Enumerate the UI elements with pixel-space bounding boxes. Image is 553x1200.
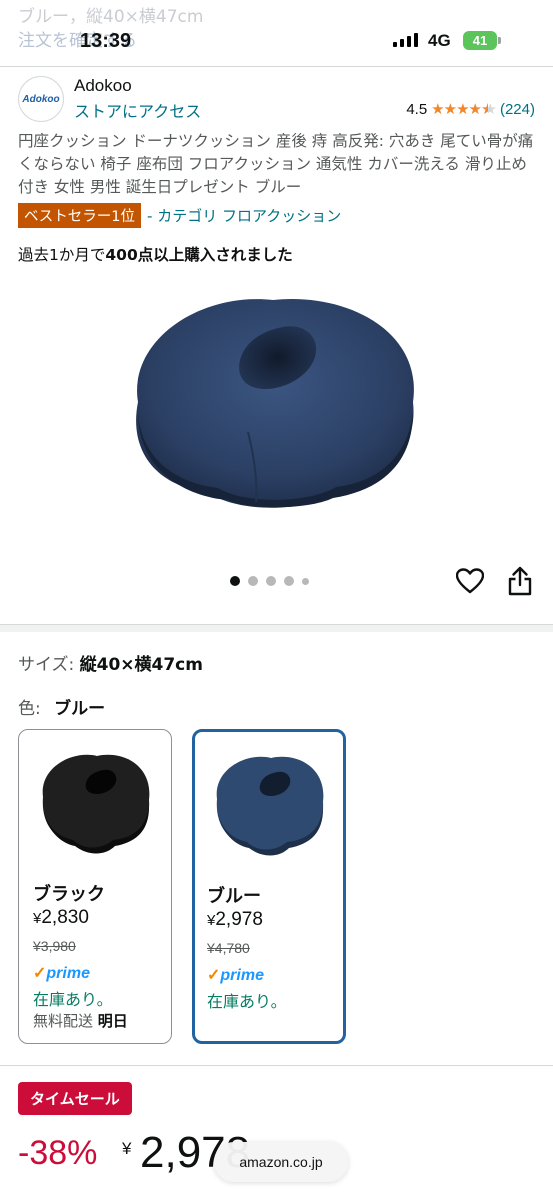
purchase-count-prefix: 過去1か月で <box>18 246 106 264</box>
currency-symbol: ¥ <box>122 1139 132 1158</box>
network-type: 4G <box>428 31 451 50</box>
brand-name: Adokoo <box>74 76 132 95</box>
variant-price: ¥2,830 <box>33 907 89 929</box>
status-bar: 13:39 4G 41 <box>0 0 553 66</box>
variant-card-black[interactable]: ブラック ¥2,830 ¥3,980 ✓prime 在庫あり。 無料配送 明日 <box>18 729 172 1044</box>
star-rating-icon: ★★★★★★ <box>431 101 496 118</box>
time-sale-badge: タイムセール <box>18 1082 132 1115</box>
variant-thumbnail <box>216 756 324 856</box>
variant-name: ブラック <box>33 884 105 905</box>
prime-label: prime <box>220 967 264 984</box>
share-icon[interactable] <box>507 566 533 596</box>
size-selector[interactable]: サイズ: 縦40×横47cm <box>18 650 203 675</box>
bestseller-badge[interactable]: ベストセラー1位 <box>18 203 142 228</box>
size-label: サイズ: <box>18 655 75 675</box>
variant-card-blue[interactable]: ブルー ¥2,978 ¥4,780 ✓prime 在庫あり。 <box>192 729 346 1044</box>
prime-label: prime <box>46 965 90 982</box>
variant-thumbnail <box>42 754 150 854</box>
prime-check-icon: ✓ <box>33 965 47 982</box>
variant-list-price: ¥4,780 <box>207 940 250 956</box>
browser-url-bar[interactable]: amazon.co.jp <box>214 1142 348 1182</box>
shipping-day: 明日 <box>97 1012 128 1030</box>
visit-store-link[interactable]: ストアにアクセス <box>74 98 201 122</box>
prime-badge: ✓prime <box>207 965 264 985</box>
image-pagination[interactable] <box>230 576 309 586</box>
pagination-dot[interactable] <box>230 576 240 586</box>
pagination-dot[interactable] <box>266 576 276 586</box>
variant-price-value: 2,978 <box>215 909 263 930</box>
bestseller-row: ベストセラー1位 - カテゴリ フロアクッション <box>18 203 341 228</box>
pagination-dot[interactable] <box>248 576 258 586</box>
pagination-dot[interactable] <box>302 577 309 585</box>
signal-icon <box>393 33 418 47</box>
battery-icon: 41 <box>463 31 501 50</box>
color-label: 色: <box>18 699 41 719</box>
rating-value: 4.5 <box>406 100 428 118</box>
category-link[interactable]: - カテゴリ フロアクッション <box>147 205 341 226</box>
color-selector: 色: ブルー <box>18 694 105 719</box>
shipping-label: 無料配送 <box>33 1012 94 1030</box>
stock-status: 在庫あり。 <box>207 992 287 1011</box>
discount-percent: -38% <box>18 1134 98 1172</box>
size-value: 縦40×横47cm <box>79 655 203 675</box>
product-image[interactable] <box>108 282 438 542</box>
rating-count[interactable]: (224) <box>500 101 535 118</box>
brand-logo[interactable]: Adokoo <box>18 76 64 122</box>
battery-level: 41 <box>463 31 497 50</box>
rating-summary[interactable]: 4.5 ★★★★★★ (224) <box>406 100 535 119</box>
section-divider <box>0 624 553 632</box>
color-value: ブルー <box>54 699 106 719</box>
product-title: 円座クッション ドーナツクッション 産後 痔 高反発: 穴あき 尾てい骨が痛くな… <box>18 132 534 196</box>
shipping-info: 無料配送 明日 <box>33 1010 128 1031</box>
heart-icon[interactable] <box>456 568 484 594</box>
variant-price: ¥2,978 <box>207 909 263 931</box>
divider <box>0 66 553 67</box>
pagination-dot[interactable] <box>284 576 294 586</box>
prime-check-icon: ✓ <box>207 967 221 984</box>
variant-price-value: 2,830 <box>41 907 89 928</box>
status-time: 13:39 <box>80 30 132 52</box>
variant-list-price: ¥3,980 <box>33 938 76 954</box>
purchase-count: 過去1か月で400点以上購入されました <box>18 243 293 265</box>
divider <box>0 1065 553 1066</box>
prime-badge: ✓prime <box>33 963 90 983</box>
brand-logo-text: Adokoo <box>22 93 60 105</box>
purchase-count-value: 400点以上購入されました <box>105 246 293 264</box>
stock-status: 在庫あり。 <box>33 990 113 1009</box>
variant-name: ブルー <box>207 886 261 907</box>
